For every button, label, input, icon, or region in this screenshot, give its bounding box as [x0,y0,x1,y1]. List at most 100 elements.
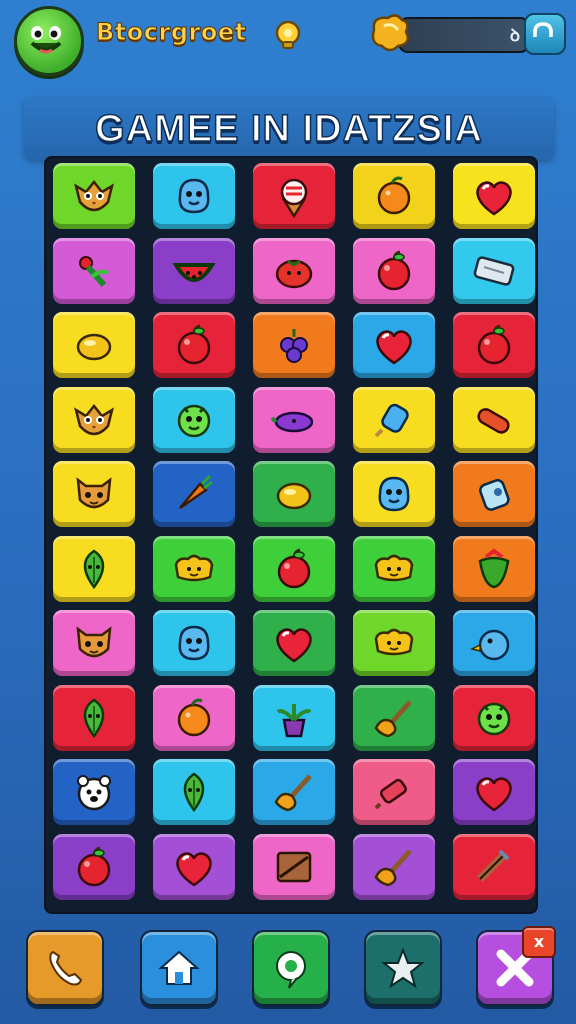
board-tile[interactable] [153,386,235,453]
orange-fruit-icon [377,176,411,215]
board-tile[interactable] [453,163,535,229]
sausage-icon [477,407,510,434]
home-icon [158,950,200,985]
bird-icon [470,629,510,661]
board-tile[interactable] [253,312,335,378]
board-tile[interactable] [253,759,335,825]
star-icon [381,947,425,989]
board-tile[interactable] [153,759,235,825]
board-tile[interactable] [153,535,235,602]
board-tile[interactable] [253,535,335,602]
board-tile[interactable] [453,312,535,378]
board-tile[interactable] [153,312,235,378]
board-tile[interactable] [253,461,335,527]
close-badge: x [522,926,556,958]
board-tile[interactable] [153,237,235,304]
add-resource-button[interactable] [524,13,566,55]
leaf-icon [83,697,105,738]
apple-icon [477,324,511,365]
board-tile[interactable] [153,833,235,900]
game-title: GAMEE IN IDATZSIA [94,107,483,151]
leaf-icon [83,548,105,589]
board-tile[interactable] [253,386,335,453]
board-tile[interactable] [353,386,435,453]
eggplant-icon [270,411,314,432]
board-tile[interactable] [53,312,135,378]
board-tile[interactable] [353,759,435,825]
board-tile[interactable] [253,684,335,751]
cat-icon [76,477,112,509]
board-tile[interactable] [53,461,135,527]
board-tile[interactable] [253,237,335,304]
lemon-icon [76,333,112,361]
board-tile[interactable] [353,461,435,527]
board-tile[interactable] [53,535,135,602]
board-tile[interactable] [153,163,235,229]
board-tile[interactable] [53,386,135,453]
board-tile[interactable] [453,610,535,676]
board-tile[interactable] [353,312,435,378]
apple-icon [177,324,211,365]
board-tile[interactable] [153,684,235,751]
apple-icon [377,250,411,290]
board-tile[interactable] [153,610,235,676]
board-tile[interactable] [353,684,435,751]
owl-icon [74,179,114,212]
box-icon [276,851,312,882]
strawberry-icon [478,548,510,588]
green-monster-icon [177,404,211,437]
smiley-face-icon [30,26,62,54]
board-tile[interactable] [353,535,435,602]
title-panel: GAMEE IN IDATZSIA [24,98,554,160]
broom-icon [274,774,312,812]
owl-icon [74,403,114,435]
board-tile[interactable] [53,684,135,751]
apple-icon [277,548,311,588]
hint-button[interactable] [268,16,308,56]
board-tile[interactable] [53,833,135,900]
board-tile[interactable] [353,163,435,229]
blue-monster-icon [178,625,210,661]
board-tile[interactable] [453,833,535,900]
home-button[interactable] [140,930,218,1006]
carrot-icon [179,474,213,510]
chat-button[interactable] [252,930,330,1006]
blue-monster-icon [378,476,410,512]
board-tile[interactable] [153,461,235,527]
board-tile[interactable] [253,163,335,229]
board-tile[interactable] [53,163,135,229]
board-tile[interactable] [53,237,135,304]
board-tile[interactable] [453,684,535,751]
board-tile[interactable] [253,833,335,900]
orange-fruit-icon [177,698,211,736]
player-avatar[interactable] [14,6,84,76]
board-tile[interactable] [453,535,535,602]
chat-icon [276,951,306,989]
board-tile[interactable] [53,610,135,676]
cheese-icon [374,554,414,581]
green-monster-icon [477,702,511,735]
leaf-icon [183,772,205,813]
lightbulb-icon [275,20,301,49]
board-tile[interactable] [453,237,535,304]
grapes-icon [280,329,308,363]
board-tile[interactable] [453,759,535,825]
board-tile[interactable] [253,610,335,676]
board-tile[interactable] [353,610,435,676]
board-tile[interactable] [353,833,435,900]
board-tile[interactable] [353,237,435,304]
scroll-icon [477,849,510,882]
board-tile[interactable] [53,759,135,825]
board-tile[interactable] [453,386,535,453]
refresh-icon [533,22,553,37]
candle-icon [374,778,407,810]
favorites-button[interactable] [364,930,442,1006]
ice-cream-icon [280,178,308,219]
board-tile[interactable] [453,461,535,527]
broom-icon [374,699,412,737]
player-name: Btocrgroet [96,18,247,47]
polar-bear-icon [77,775,111,811]
flower-icon [79,255,109,287]
phone-button[interactable] [26,930,104,1006]
heart-icon [476,777,512,812]
